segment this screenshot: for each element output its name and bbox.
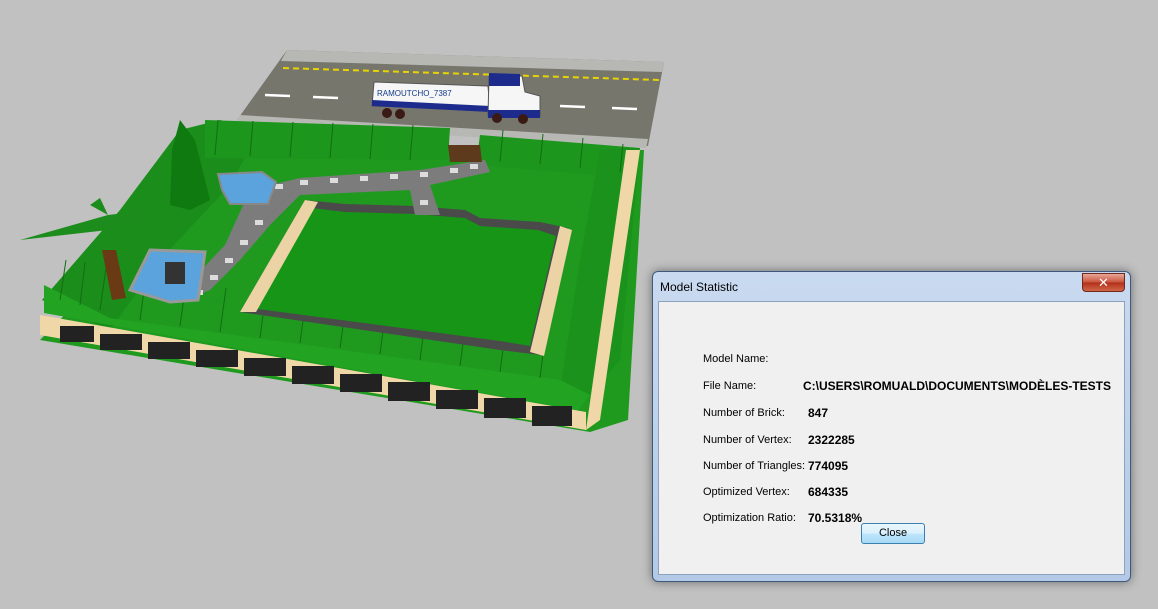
gate <box>448 145 482 162</box>
triangle-count-label: Number of Triangles: <box>703 460 806 472</box>
optimized-vertex-label: Optimized Vertex: <box>703 486 790 498</box>
file-name-value: C:\USERS\ROMUALD\DOCUMENTS\MODÈLES-TESTS <box>803 379 1112 393</box>
model-name-label: Model Name: <box>703 353 769 365</box>
optimization-ratio-value: 70.5318% <box>808 511 863 525</box>
dialog-body: Model Name: File Name: C:\USERS\ROMUALD\… <box>658 301 1125 575</box>
field-number-of-vertex: Number of Vertex: 2322285 <box>659 433 1125 450</box>
brick-count-label: Number of Brick: <box>703 407 785 419</box>
pond-top <box>216 170 278 205</box>
truck-label: RAMOUTCHO_7387 <box>377 89 452 98</box>
triangle-count-value: 774095 <box>808 459 849 473</box>
optimized-vertex-value: 684335 <box>808 485 849 499</box>
pond-rocks <box>165 262 185 284</box>
optimization-ratio-label: Optimization Ratio: <box>703 512 796 524</box>
brick-count-value: 847 <box>808 406 829 420</box>
dialog-titlebar[interactable]: Model Statistic ✕ <box>653 272 1130 299</box>
vertex-count-label: Number of Vertex: <box>703 434 792 446</box>
field-model-name: Model Name: <box>659 353 1125 369</box>
model-statistic-dialog: Model Statistic ✕ Model Name: File Name:… <box>652 271 1131 582</box>
close-button[interactable]: Close <box>861 523 925 544</box>
close-icon[interactable]: ✕ <box>1082 273 1125 292</box>
dialog-title: Model Statistic <box>660 280 739 294</box>
file-name-label: File Name: <box>703 380 757 392</box>
field-optimized-vertex: Optimized Vertex: 684335 <box>659 485 1125 502</box>
field-file-name: File Name: C:\USERS\ROMUALD\DOCUMENTS\MO… <box>659 379 1125 396</box>
vertex-count-value: 2322285 <box>808 433 855 447</box>
field-number-of-triangles: Number of Triangles: 774095 <box>659 459 1125 476</box>
field-number-of-brick: Number of Brick: 847 <box>659 406 1125 423</box>
